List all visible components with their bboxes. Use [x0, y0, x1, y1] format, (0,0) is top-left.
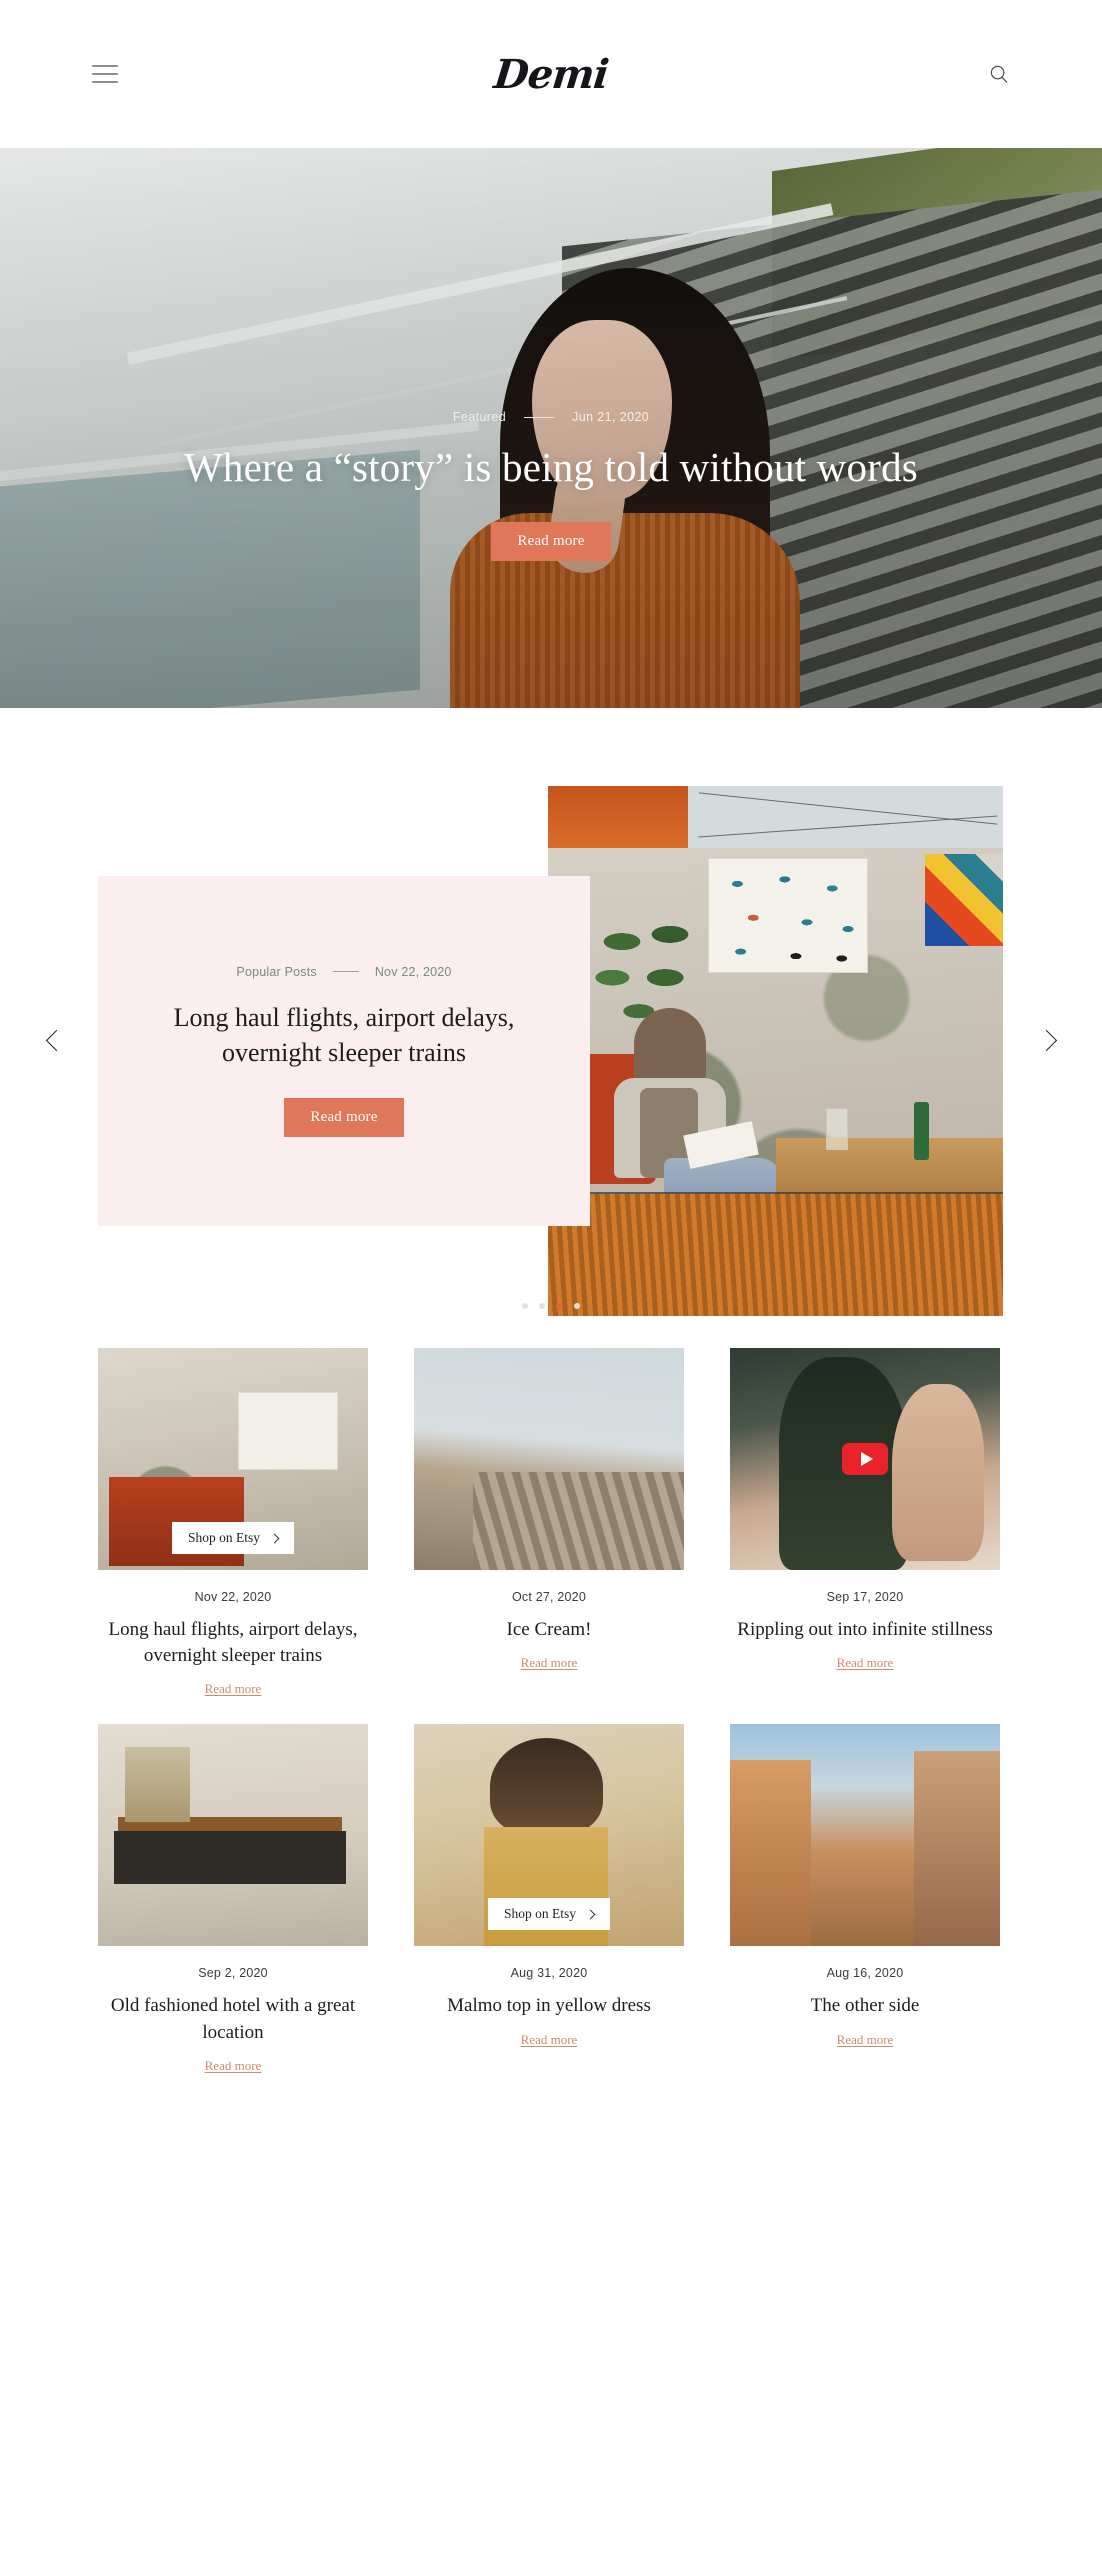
chevron-right-icon [1035, 1029, 1057, 1051]
carousel-image-blanket [548, 1194, 1003, 1316]
carousel-cta-wrap: Read more [284, 1098, 404, 1138]
chevron-right-icon [585, 1909, 596, 1920]
carousel-title: Long haul flights, airport delays, overn… [173, 1002, 515, 1067]
post-card-image[interactable]: Shop on Etsy [98, 1348, 368, 1570]
carousel-image-bottle [914, 1102, 929, 1160]
post-card-image[interactable] [730, 1348, 1000, 1570]
chevron-left-icon [45, 1029, 67, 1051]
carousel-dot[interactable] [539, 1303, 545, 1309]
carousel-next-arrow-icon[interactable] [1026, 1020, 1066, 1060]
carousel-stage: Popular Posts Nov 22, 2020 Long haul fli… [0, 758, 1102, 1316]
carousel-pagination [0, 1303, 1102, 1310]
post-card-body: Sep 2, 2020 Old fashioned hotel with a g… [98, 1946, 368, 2074]
post-card-title[interactable]: Rippling out into infinite stillness [730, 1617, 1000, 1643]
carousel-slide-card: Popular Posts Nov 22, 2020 Long haul fli… [98, 876, 590, 1226]
post-card-date: Aug 16, 2020 [826, 1966, 904, 1981]
page-bottom-spacer [98, 2101, 1004, 2121]
post-card-read-more-link[interactable]: Read more [521, 1655, 578, 1671]
post-card[interactable]: Shop on Etsy Nov 22, 2020 Long haul flig… [98, 1348, 368, 1698]
post-card-date: Aug 31, 2020 [510, 1966, 588, 1981]
youtube-play-icon[interactable] [842, 1443, 888, 1475]
carousel-slide-image [548, 786, 1003, 1316]
post-card-body: Oct 27, 2020 Ice Cream! Read more [414, 1570, 684, 1672]
post-grid-row: Shop on Etsy Nov 22, 2020 Long haul flig… [98, 1348, 1004, 1698]
chevron-right-icon [269, 1533, 280, 1543]
carousel-read-more-button[interactable]: Read more [284, 1098, 404, 1138]
carousel-image-artwork [708, 858, 868, 973]
shop-on-etsy-badge[interactable]: Shop on Etsy [171, 1522, 295, 1554]
post-card-date: Sep 17, 2020 [826, 1590, 904, 1604]
carousel-image-glass [826, 1108, 848, 1150]
post-card-title[interactable]: The other side [730, 1993, 1000, 2019]
shop-on-etsy-label: Shop on Etsy [503, 1906, 577, 1922]
post-card-title[interactable]: Old fashioned hotel with a great locatio… [98, 1993, 368, 2045]
post-card-body: Aug 16, 2020 The other side Read more [730, 1946, 1000, 2048]
play-triangle-icon [860, 1452, 873, 1466]
post-card-read-more-link[interactable]: Read more [837, 1655, 894, 1671]
post-card[interactable]: Oct 27, 2020 Ice Cream! Read more [414, 1348, 684, 1698]
post-card-body: Sep 17, 2020 Rippling out into infinite … [730, 1570, 1000, 1672]
carousel-dot[interactable] [574, 1303, 580, 1309]
hero-meta: Featured Jun 21, 2020 [40, 410, 1062, 424]
hero-title: Where a “story” is being told without wo… [184, 444, 918, 490]
site-header: Demi [0, 0, 1102, 148]
site-logo-text[interactable]: Demi [492, 51, 611, 98]
post-card-photo [98, 1724, 368, 1947]
hero-date: Jun 21, 2020 [572, 410, 650, 424]
post-grid: Shop on Etsy Nov 22, 2020 Long haul flig… [0, 1348, 1102, 2121]
menu-icon-bar [92, 81, 118, 83]
post-grid-row: Sep 2, 2020 Old fashioned hotel with a g… [98, 1724, 1004, 2074]
post-card-title[interactable]: Ice Cream! [414, 1617, 684, 1643]
post-card-photo [730, 1724, 1000, 1947]
post-card-title[interactable]: Malmo top in yellow dress [414, 1993, 684, 2019]
post-card-read-more-link[interactable]: Read more [205, 1681, 262, 1697]
post-card-read-more-link[interactable]: Read more [521, 2032, 578, 2048]
hero-cta-wrap: Read more [40, 522, 1062, 562]
shop-on-etsy-badge[interactable]: Shop on Etsy [487, 1898, 611, 1931]
hero-read-more-button[interactable]: Read more [491, 522, 611, 562]
hero-banner: Featured Jun 21, 2020 Where a “story” is… [0, 148, 1102, 708]
post-card[interactable]: Sep 17, 2020 Rippling out into infinite … [730, 1348, 1000, 1698]
carousel-meta-divider [332, 971, 359, 973]
post-card-read-more-link[interactable]: Read more [837, 2032, 894, 2048]
featured-carousel: Popular Posts Nov 22, 2020 Long haul fli… [0, 708, 1102, 1348]
menu-icon-bar [92, 65, 118, 67]
carousel-dot-active[interactable] [556, 1303, 563, 1310]
carousel-image-artwork-secondary [925, 854, 1003, 946]
menu-icon[interactable] [92, 65, 118, 83]
hero-content: Featured Jun 21, 2020 Where a “story” is… [0, 410, 1102, 562]
post-card-image[interactable]: Shop on Etsy [414, 1724, 684, 1947]
post-card-date: Nov 22, 2020 [194, 1590, 272, 1604]
post-card-image[interactable] [730, 1724, 1000, 1947]
post-card-body: Aug 31, 2020 Malmo top in yellow dress R… [414, 1946, 684, 2048]
hero-meta-divider [524, 416, 555, 418]
post-card[interactable]: Sep 2, 2020 Old fashioned hotel with a g… [98, 1724, 368, 2074]
carousel-prev-arrow-icon[interactable] [36, 1020, 76, 1060]
post-card-image[interactable] [98, 1724, 368, 1947]
carousel-image-building [548, 786, 688, 848]
post-card-date: Sep 2, 2020 [198, 1966, 268, 1981]
menu-icon-bar [92, 73, 118, 75]
hero-category[interactable]: Featured [453, 410, 506, 424]
site-logo: Demi [0, 51, 1102, 98]
carousel-dot[interactable] [522, 1303, 528, 1309]
search-icon[interactable] [988, 63, 1010, 85]
carousel-category[interactable]: Popular Posts [236, 965, 316, 979]
post-card-body: Nov 22, 2020 Long haul flights, airport … [98, 1570, 368, 1698]
post-card-read-more-link[interactable]: Read more [205, 2058, 262, 2074]
carousel-date: Nov 22, 2020 [374, 964, 452, 979]
post-card-image[interactable] [414, 1348, 684, 1570]
carousel-meta: Popular Posts Nov 22, 2020 [236, 965, 451, 979]
post-card-photo [414, 1348, 684, 1570]
post-card[interactable]: Shop on Etsy Aug 31, 2020 Malmo top in y… [414, 1724, 684, 2074]
post-card[interactable]: Aug 16, 2020 The other side Read more [730, 1724, 1000, 2074]
shop-on-etsy-label: Shop on Etsy [187, 1530, 261, 1545]
post-card-date: Oct 27, 2020 [512, 1590, 586, 1604]
post-card-title[interactable]: Long haul flights, airport delays, overn… [98, 1617, 368, 1669]
